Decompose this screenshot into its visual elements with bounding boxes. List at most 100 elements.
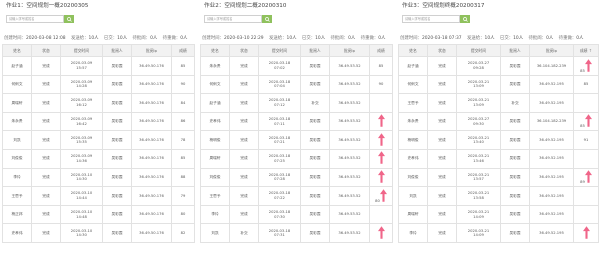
table-row[interactable]: 史孝伟 完成 2020-03-18 07:11 吴彩霞 36.49.53.52: [200, 111, 393, 132]
to-review-label: 待批阅：: [528, 36, 547, 41]
cell-reviewer: 吴彩霞: [102, 74, 132, 95]
cell-score: 79: [171, 186, 195, 206]
cell-status: 完成: [229, 56, 259, 76]
table-row[interactable]: 朱永贵 完成 2020-03-27 09:30 吴彩霞 36.104.182.239 85: [398, 111, 599, 132]
table-row[interactable]: 李玲 完成 2020-03-10 14:30 吴彩霞 36.49.50.176 88: [2, 167, 195, 188]
table-row[interactable]: 李玲 完成 2020-03-18 07:30 吴彩霞 36.49.53.52: [200, 204, 393, 225]
arrow-up-icon: [379, 188, 387, 202]
student-name: 周瑞轩: [407, 212, 419, 217]
table-row[interactable]: 刘凯 完成 2020-03-09 15:35 吴彩霞 36.49.50.176 78: [2, 130, 195, 150]
table-row[interactable]: 王思予 完成 2020-03-18 07:22 吴彩霞 36.49.53.52 80: [200, 186, 393, 206]
table-row[interactable]: 刘俊俊 完成 2020-03-21 13:57 吴彩霞 36.49.52.195 89: [398, 167, 599, 188]
student-name: 何俐文: [407, 82, 419, 87]
table-row[interactable]: 赵子涵 完成 2020-03-09 15:57 吴彩霞 36.49.50.176 85: [2, 56, 195, 76]
cell-submit-time: 2020-03-21 14:09: [456, 223, 501, 243]
search-input[interactable]: 请输入学号或姓名: [204, 15, 262, 23]
cell-status: 完成: [229, 186, 259, 206]
table-row[interactable]: 杨明俊 完成 2020-03-18 07:21 吴彩霞 36.49.53.52: [200, 130, 393, 150]
cell-reviewer-ip: 36.49.52.195: [529, 186, 574, 206]
cell-submit-time: 2020-03-18 07:28: [258, 167, 301, 188]
created-label: 创建时间：: [400, 36, 422, 41]
status-text: 完成: [42, 82, 50, 87]
table-row[interactable]: 王思予 完成 2020-03-10 14:44 吴彩霞 36.49.50.176 79: [2, 186, 195, 206]
status-text: 完成: [240, 82, 248, 87]
reviewer-ip: 36.49.53.52: [338, 212, 361, 217]
cell-reviewer-ip: 36.49.52.195: [529, 167, 574, 188]
search-input[interactable]: 请输入学号或姓名: [402, 15, 460, 23]
student-name: 刘俊俊: [209, 175, 221, 180]
reviewer-name: 吴彩霞: [111, 119, 123, 124]
student-name: 王思予: [407, 100, 419, 105]
status-text: 完成: [42, 137, 50, 142]
table-row[interactable]: 何俐文 完成 2020-03-21 13:09 吴彩霞 36.49.52.195 85: [398, 74, 599, 95]
submit-date: 2020-03-18: [268, 98, 291, 103]
table-row[interactable]: 李玲 完成 2020-03-21 14:09 吴彩霞 36.49.52.195: [398, 223, 599, 243]
cell-submit-time: 2020-03-09 14:28: [60, 74, 103, 95]
cell-reviewer: 吴彩霞: [300, 111, 330, 132]
reviewer-name: 吴彩霞: [111, 137, 123, 142]
scroll-up-icon[interactable]: ↑: [587, 48, 592, 53]
status-text: 完成: [438, 100, 446, 105]
status-text: 完成: [42, 156, 50, 161]
table-row[interactable]: 何俐文 完成 2020-03-09 14:28 吴彩霞 36.49.50.176 90: [2, 74, 195, 95]
search-input[interactable]: 请输入学号或姓名: [6, 15, 64, 23]
search-button[interactable]: [460, 15, 470, 23]
submit-date: 2020-03-10: [70, 209, 93, 214]
submit-date: 2020-03-21: [467, 98, 490, 103]
table-row[interactable]: 刘凯 完成 2020-03-21 13:58 吴彩霞 36.49.52.195: [398, 186, 599, 206]
table-row[interactable]: 刘俊俊 完成 2020-03-18 07:28 吴彩霞 36.49.53.52: [200, 167, 393, 188]
search-button[interactable]: [64, 15, 74, 23]
table-row[interactable]: 刘俊俊 完成 2020-03-09 14:36 吴彩霞 36.49.50.176 85: [2, 148, 195, 169]
stats-bar: 创建时间：2020-03-18 07:37 发送给：10人 已交：10人 待批阅…: [396, 33, 600, 44]
reviewer-name: 吴彩霞: [509, 230, 521, 235]
cell-reviewer-ip: 36.49.50.176: [131, 186, 172, 206]
table-row[interactable]: 赵子涵 完成 2020-03-18 07:12 补交 36.49.53.52: [200, 93, 393, 113]
table-row[interactable]: 杨正邦 完成 2020-03-10 14:48 吴彩霞 36.49.50.176 80: [2, 204, 195, 225]
table-row[interactable]: 周瑞轩 完成 2020-03-18 07:25 吴彩霞 36.49.53.52: [200, 148, 393, 169]
status-text: 完成: [438, 63, 446, 68]
reviewer-name: 吴彩霞: [111, 156, 123, 161]
redo-value: 0人: [378, 36, 386, 41]
submit-clock: 14:30: [76, 233, 87, 238]
cell-name: 刘凯: [2, 130, 32, 150]
status-text: 完成: [42, 230, 50, 235]
submit-date: 2020-03-27: [467, 116, 490, 121]
table-row[interactable]: 刘凯 补交 2020-03-18 07:31 吴彩霞 36.49.53.52: [200, 223, 393, 243]
table-row[interactable]: 赵子涵 完成 2020-03-27 09:28 吴彩霞 36.104.182.239 85: [398, 56, 599, 76]
cell-name: 朱永贵: [200, 56, 230, 76]
table-row[interactable]: 朱永贵 完成 2020-03-09 16:42 吴彩霞 36.49.50.176 86: [2, 111, 195, 132]
redo-value: 0人: [576, 36, 584, 41]
table-row[interactable]: 王思予 完成 2020-03-21 13:09 补交 36.49.52.195: [398, 93, 599, 113]
submitted-label: 已交：: [499, 36, 514, 41]
reviewer-ip: 36.49.50.176: [139, 230, 164, 235]
student-name: 赵子涵: [11, 63, 23, 68]
cell-reviewer: 补交: [500, 93, 530, 113]
reviewer-ip: 36.49.50.176: [139, 212, 164, 217]
reviewer-name: 吴彩霞: [111, 175, 123, 180]
status-text: 完成: [240, 63, 248, 68]
reviewer-ip: 36.49.53.52: [338, 193, 361, 198]
submit-clock: 13:57: [473, 177, 484, 182]
cell-name: 何俐文: [398, 74, 428, 95]
cell-score: 82: [171, 223, 195, 243]
cell-score: [573, 93, 599, 113]
table-row[interactable]: 周瑞轩 完成 2020-03-09 16:12 吴彩霞 36.49.50.176 84: [2, 93, 195, 113]
score-value: 79: [180, 193, 186, 198]
cell-name: 何俐文: [2, 74, 32, 95]
table-row[interactable]: 周瑞轩 完成 2020-03-21 14:09 吴彩霞 36.49.52.195: [398, 204, 599, 225]
cell-status: 完成: [427, 148, 457, 169]
score-value: 85: [180, 156, 186, 161]
reviewer-name: 吴彩霞: [509, 212, 521, 217]
reviewer-ip: 36.49.52.195: [539, 156, 564, 161]
table-row[interactable]: 杨明俊 完成 2020-03-21 13:40 吴彩霞 36.49.52.195 91: [398, 130, 599, 150]
search-button[interactable]: [262, 15, 272, 23]
to-review-value: 0人: [150, 36, 158, 41]
reviewer-name: 吴彩霞: [509, 193, 521, 198]
status-text: 补交: [240, 230, 248, 235]
table-row[interactable]: 史孝伟 完成 2020-03-10 14:30 吴彩霞 36.49.50.176 82: [2, 223, 195, 243]
reviewer-name: 吴彩霞: [309, 230, 321, 235]
table-row[interactable]: 朱永贵 完成 2020-03-18 07:02 吴彩霞 36.49.53.52 85: [200, 56, 393, 76]
table-row[interactable]: 何俐文 完成 2020-03-18 07:04 吴彩霞 36.49.53.52 90: [200, 74, 393, 95]
table-row[interactable]: 史孝伟 完成 2020-03-21 13:46 吴彩霞 36.49.52.195: [398, 148, 599, 169]
cell-submit-time: 2020-03-18 07:04: [258, 74, 301, 95]
